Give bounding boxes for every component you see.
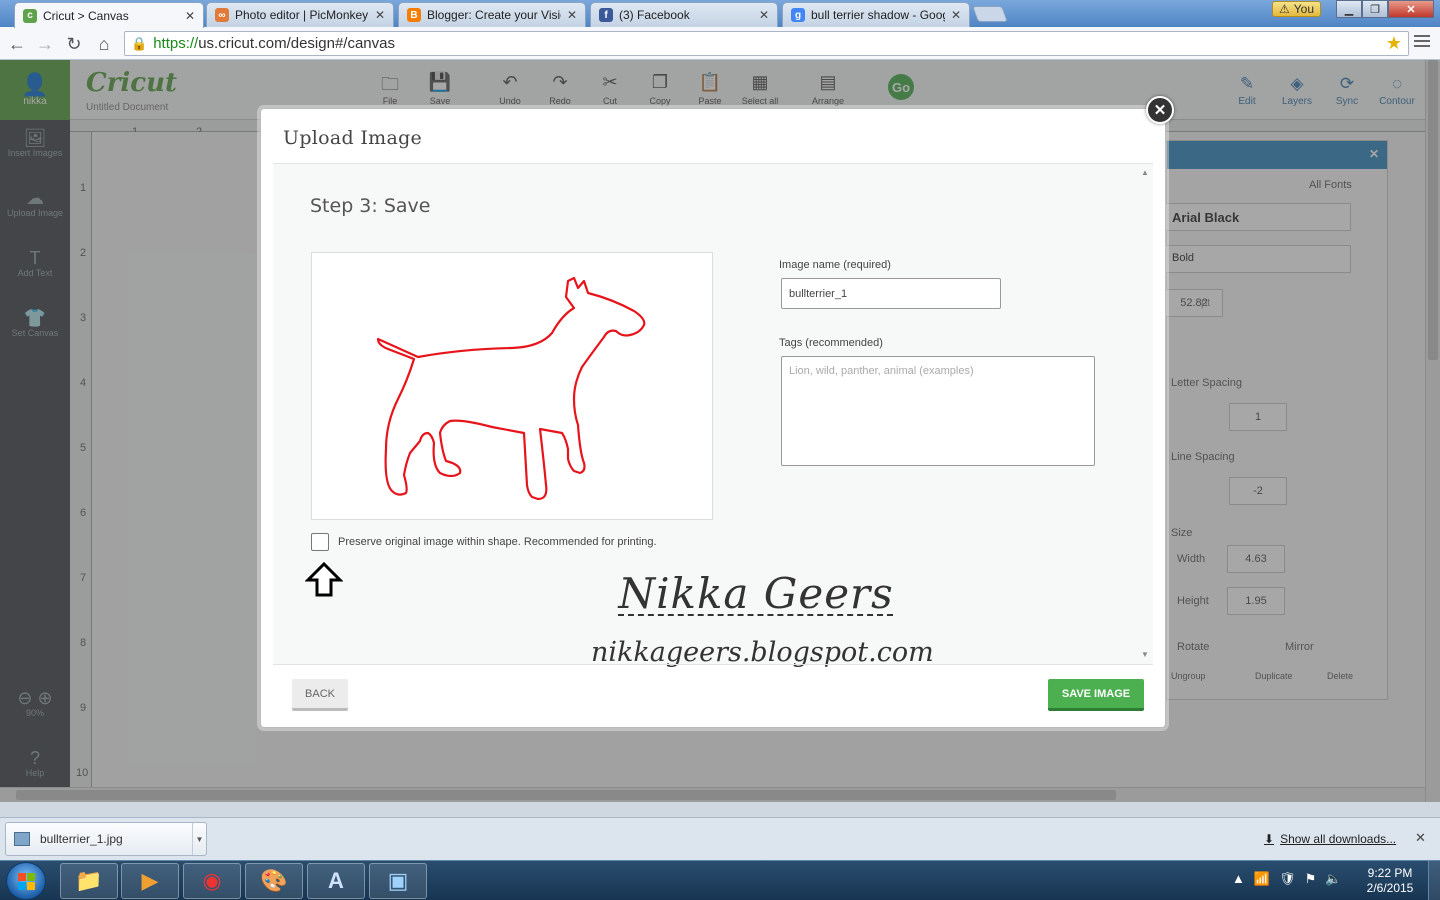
downloads-bar: bullterrier_1.jpg ▼ ⬇ Show all downloads…	[0, 817, 1440, 860]
security-icon[interactable]: 🛡	[1279, 871, 1296, 887]
tray-expand-icon[interactable]: ▲	[1232, 871, 1245, 887]
tab-close-icon[interactable]: ✕	[567, 8, 577, 22]
windows-taskbar: 📁 ▶ ◉ 🎨 A ▣ ▲ 📶 🛡 ⚑ 🔈 9:22 PM 2/6/2015	[0, 860, 1440, 900]
back-button[interactable]: BACK	[292, 679, 348, 711]
modal-close-icon[interactable]: ✕	[1146, 96, 1174, 124]
scroll-down-arrow-icon[interactable]: ▼	[1141, 650, 1149, 659]
scroll-up-arrow-icon[interactable]: ▲	[1141, 168, 1149, 177]
watermark-name: Nikka Geers	[618, 569, 894, 618]
download-arrow-icon: ⬇	[1264, 832, 1275, 846]
tab-label: bull terrier shadow - Goog	[811, 8, 945, 22]
tab-picmonkey[interactable]: ∞ Photo editor | PicMonkey: ✕	[206, 2, 394, 27]
google-favicon-icon: g	[791, 8, 805, 22]
show-desktop-button[interactable]	[1428, 861, 1440, 900]
clock-time: 9:22 PM	[1367, 866, 1413, 880]
tab-close-icon[interactable]: ✕	[375, 8, 385, 22]
app-glyph: ▶	[141, 868, 159, 893]
chrome-menu-icon[interactable]	[1414, 35, 1430, 47]
modal-scrollbar[interactable]: ▲ ▼	[1139, 164, 1153, 664]
url-text: us.cricut.com/design#/canvas	[198, 35, 395, 52]
tab-facebook[interactable]: f (3) Facebook ✕	[590, 2, 778, 27]
tags-input[interactable]	[781, 356, 1095, 466]
preserve-label: Preserve original image within shape. Re…	[338, 536, 657, 548]
modal-title: Upload Image	[283, 127, 423, 149]
blog-watermark: Nikka Geers nikkageers.blogspot.com	[591, 569, 934, 668]
divider	[273, 664, 1153, 665]
tags-label: Tags (recommended)	[779, 337, 883, 349]
upload-image-modal: Upload Image Step 3: Save Preserve origi…	[260, 108, 1166, 728]
warning-icon: ⚠	[1279, 2, 1290, 16]
wordpad-icon[interactable]: A	[307, 863, 365, 899]
profile-name: You	[1293, 2, 1315, 16]
tab-label: Blogger: Create your Visio	[427, 8, 561, 22]
tab-label: Photo editor | PicMonkey:	[235, 8, 369, 22]
download-filename: bullterrier_1.jpg	[40, 832, 123, 846]
image-name-input[interactable]	[781, 278, 1001, 309]
image-name-label: Image name (required)	[779, 259, 891, 271]
tab-label: (3) Facebook	[619, 8, 690, 22]
facebook-favicon-icon: f	[599, 8, 613, 22]
home-icon[interactable]: ⌂	[92, 32, 116, 56]
minimize-button[interactable]: ▁	[1336, 0, 1362, 18]
address-bar[interactable]: 🔒 https://us.cricut.com/design#/canvas ★	[124, 31, 1409, 56]
app-glyph: ▣	[387, 868, 409, 893]
cricut-favicon-icon: c	[23, 8, 37, 23]
tab-close-icon[interactable]: ✕	[759, 8, 769, 22]
modal-body: Step 3: Save Preserve original image wit…	[273, 164, 1153, 668]
clock-date: 2/6/2015	[1366, 881, 1414, 895]
window-close-button[interactable]: ✕	[1388, 0, 1434, 18]
tab-close-icon[interactable]: ✕	[185, 9, 195, 23]
show-all-downloads-link[interactable]: ⬇ Show all downloads...	[1264, 832, 1396, 846]
chrome-icon[interactable]: ◉	[183, 863, 241, 899]
tab-google-search[interactable]: g bull terrier shadow - Goog ✕	[782, 2, 970, 27]
back-arrow-icon[interactable]: ←	[5, 32, 29, 56]
image-file-icon	[14, 832, 30, 846]
paint-icon[interactable]: 🎨	[245, 863, 303, 899]
reload-icon[interactable]: ↻	[62, 32, 86, 56]
app-glyph: A	[328, 868, 344, 893]
lock-icon: 🔒	[131, 35, 148, 51]
tab-label: Cricut > Canvas	[43, 8, 129, 23]
tab-cricut-canvas[interactable]: c Cricut > Canvas ✕	[14, 2, 204, 28]
preserve-checkbox[interactable]	[311, 533, 329, 551]
image-preview	[311, 252, 713, 520]
explorer-icon[interactable]: 📁	[60, 863, 118, 899]
network-icon[interactable]: 📶	[1254, 871, 1270, 887]
picture-viewer-icon[interactable]: ▣	[369, 863, 427, 899]
system-tray: ▲ 📶 🛡 ⚑ 🔈	[1232, 871, 1341, 887]
app-glyph: 📁	[75, 868, 103, 893]
new-tab-button[interactable]	[972, 6, 1008, 22]
profile-badge[interactable]: ⚠ You	[1272, 1, 1322, 17]
windows-logo-icon	[17, 872, 35, 890]
forward-arrow-icon[interactable]: →	[33, 32, 57, 56]
system-clock[interactable]: 9:22 PM 2/6/2015	[1362, 866, 1418, 896]
close-downloads-icon[interactable]: ✕	[1415, 830, 1426, 846]
volume-icon[interactable]: 🔈	[1325, 871, 1341, 887]
media-player-icon[interactable]: ▶	[121, 863, 179, 899]
save-image-button[interactable]: SAVE IMAGE	[1048, 679, 1144, 711]
picmonkey-favicon-icon: ∞	[215, 8, 229, 22]
browser-toolbar: ← → ↻ ⌂ 🔒 https://us.cricut.com/design#/…	[0, 27, 1440, 60]
start-button[interactable]	[6, 862, 46, 900]
blogger-favicon-icon: B	[407, 8, 421, 22]
bull-terrier-outline	[376, 276, 646, 501]
show-all-label: Show all downloads...	[1280, 832, 1397, 846]
maximize-button[interactable]: ❐	[1362, 0, 1388, 18]
preserve-option[interactable]: Preserve original image within shape. Re…	[311, 533, 657, 551]
url-scheme: https://	[153, 35, 199, 52]
action-center-flag-icon[interactable]: ⚑	[1305, 871, 1317, 887]
app-glyph: 🎨	[260, 868, 288, 893]
tab-close-icon[interactable]: ✕	[951, 8, 961, 22]
step-title: Step 3: Save	[310, 195, 431, 217]
browser-tab-bar: c Cricut > Canvas ✕ ∞ Photo editor | Pic…	[0, 0, 1440, 28]
bookmark-star-icon[interactable]: ★	[1386, 33, 1402, 54]
download-item[interactable]: bullterrier_1.jpg ▼	[5, 822, 207, 856]
arrow-up-icon	[305, 562, 343, 597]
app-glyph: ◉	[202, 868, 222, 893]
chevron-down-icon[interactable]: ▼	[192, 823, 206, 855]
tab-blogger[interactable]: B Blogger: Create your Visio ✕	[398, 2, 586, 27]
